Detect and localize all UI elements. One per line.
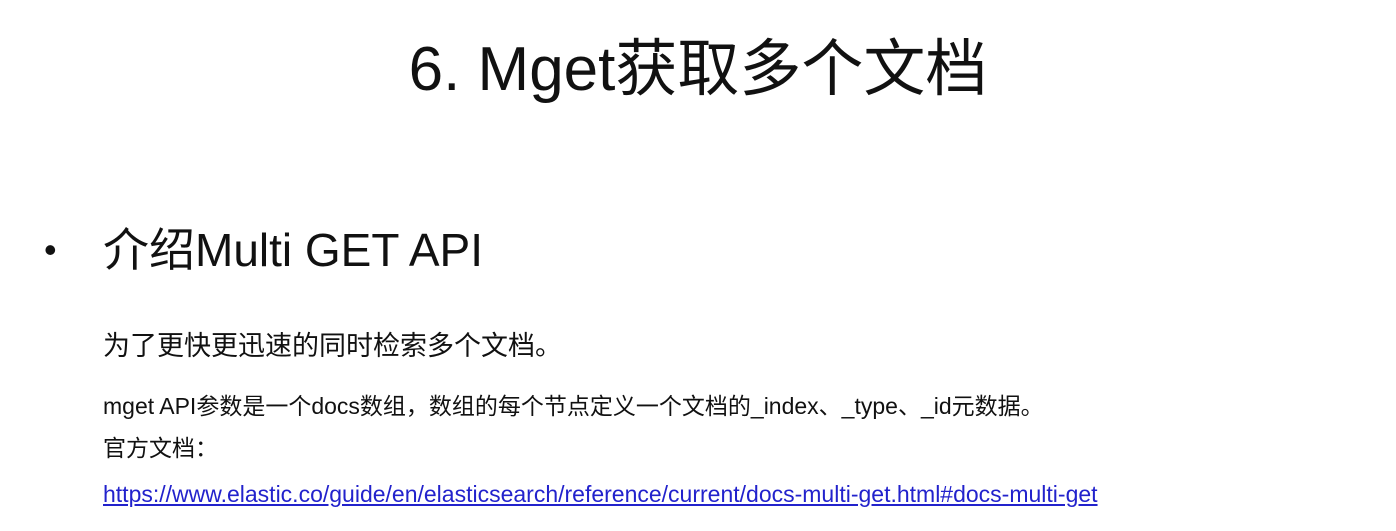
slide-title: 6. Mget获取多个文档 — [408, 35, 988, 104]
official-docs-label: 官方文档： — [103, 435, 218, 461]
bullet-icon: • — [44, 229, 57, 270]
docs-link[interactable]: https://www.elastic.co/guide/en/elastics… — [103, 476, 1098, 512]
description-line: 为了更快更迅速的同时检索多个文档。 — [103, 331, 562, 361]
params-line: mget API参数是一个docs数组，数组的每个节点定义一个文档的_index… — [103, 393, 1044, 419]
bullet-heading: 介绍Multi GET API — [103, 224, 484, 276]
